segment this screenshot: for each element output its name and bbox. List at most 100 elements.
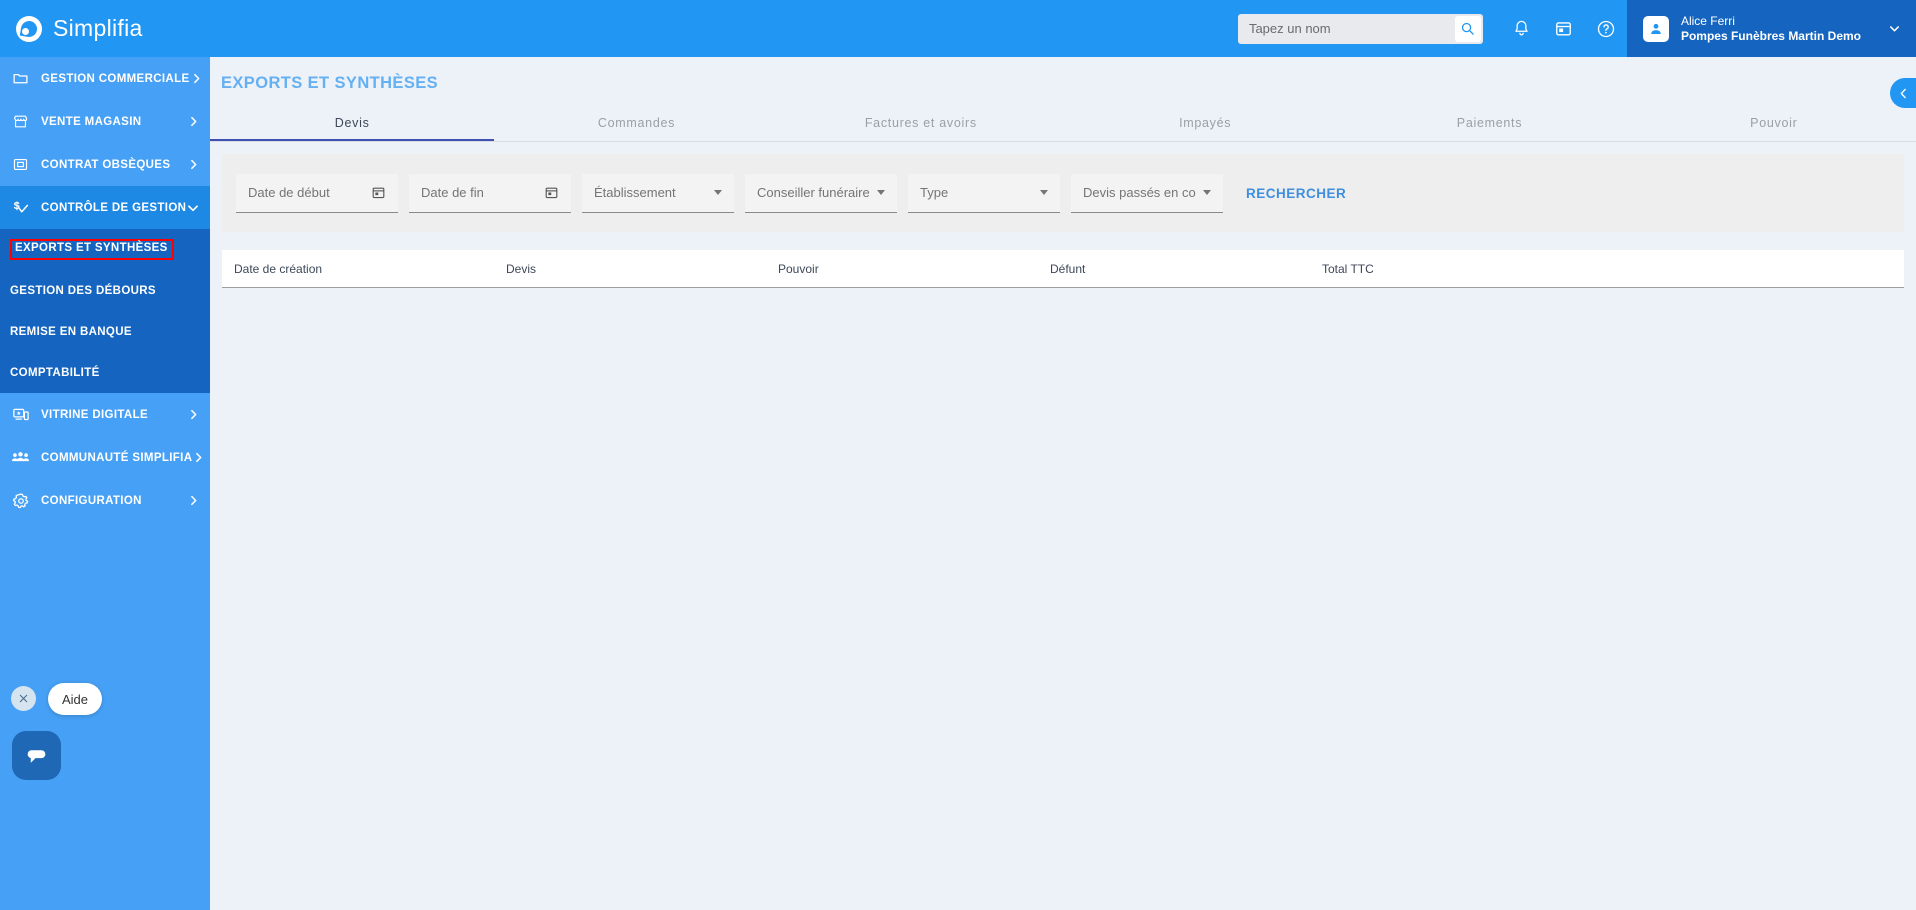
help-button[interactable] (1585, 0, 1627, 57)
tab-commandes[interactable]: Commandes (494, 116, 778, 141)
user-profile-menu[interactable]: Alice Ferri Pompes Funèbres Martin Demo (1626, 0, 1916, 57)
application-root: Simplifia Tapez un nom Alice Ferri Pompe… (0, 0, 1916, 910)
sidebar-item-label: VITRINE DIGITALE (41, 408, 148, 421)
user-organization: Pompes Funèbres Martin Demo (1680, 28, 1861, 43)
storefront-icon (10, 111, 31, 132)
sidebar-item-label: COMMUNAUTÉ SIMPLIFIA (41, 451, 193, 464)
chevron-right-icon (190, 72, 203, 85)
brand-logo-area[interactable]: Simplifia (0, 15, 210, 42)
chat-bubble-icon (27, 750, 46, 763)
chevron-down-icon (714, 190, 722, 195)
sidebar-subitem-comptabilite[interactable]: COMPTABILITÉ (0, 352, 210, 393)
advisor-select[interactable]: Conseiller funéraire (745, 173, 897, 213)
column-header-date-de-creation[interactable]: Date de création (222, 262, 494, 276)
search-icon (1462, 22, 1475, 35)
main-content: EXPORTS ET SYNTHÈSES Devis Commandes Fac… (210, 57, 1916, 910)
calendar-button[interactable] (1543, 0, 1585, 57)
simplifia-logo-icon (16, 15, 42, 42)
sidebar-item-label: VENTE MAGASIN (41, 115, 142, 128)
type-select[interactable]: Type (908, 173, 1060, 213)
sidebar-subitem-exports-et-syntheses[interactable]: EXPORTS ET SYNTHÈSES (0, 229, 210, 270)
chevron-down-icon (1203, 190, 1211, 195)
chat-help-label: Aide (62, 691, 89, 707)
gear-icon (10, 490, 31, 511)
chevron-right-icon (187, 494, 200, 507)
establishment-label: Établissement (594, 185, 676, 200)
calendar-icon[interactable] (371, 185, 386, 200)
person-icon (1651, 23, 1661, 34)
chat-help-pill[interactable]: Aide (48, 683, 103, 715)
results-table: Date de création Devis Pouvoir Défunt To… (222, 250, 1904, 288)
user-menu-caret[interactable] (1887, 21, 1902, 36)
sidebar-subitem-label: EXPORTS ET SYNTHÈSES (10, 239, 174, 260)
sidebar-item-gestion-commerciale[interactable]: GESTION COMMERCIALE (0, 57, 210, 100)
sidebar-subitem-label: COMPTABILITÉ (10, 366, 100, 379)
search-input[interactable] (1237, 13, 1483, 44)
desktop-star-icon (10, 404, 31, 425)
date-end-field[interactable]: Date de fin (409, 173, 571, 213)
chat-launcher-button[interactable] (12, 731, 61, 780)
chevron-left-icon (1900, 88, 1906, 98)
calendar-icon (1556, 22, 1572, 36)
price-check-icon: S (10, 197, 31, 218)
contract-card-icon (10, 154, 31, 175)
bell-icon (1515, 20, 1529, 36)
column-header-total-ttc[interactable]: Total TTC (1310, 262, 1582, 276)
date-end-label: Date de fin (421, 185, 484, 200)
brand-name: Simplifia (53, 15, 143, 41)
tab-paiements[interactable]: Paiements (1347, 116, 1631, 141)
table-header-row: Date de création Devis Pouvoir Défunt To… (222, 250, 1904, 288)
sidebar-subitem-label: REMISE EN BANQUE (10, 325, 132, 338)
notifications-button[interactable] (1501, 0, 1543, 57)
date-start-label: Date de début (248, 185, 330, 200)
avatar (1642, 15, 1669, 42)
sidebar-item-label: GESTION COMMERCIALE (41, 72, 190, 85)
calendar-icon[interactable] (544, 185, 559, 200)
sidebar-item-vitrine-digitale[interactable]: VITRINE DIGITALE (0, 393, 210, 436)
chevron-right-icon (187, 158, 200, 171)
top-header: Simplifia Tapez un nom Alice Ferri Pompe… (0, 0, 1916, 57)
page-title: EXPORTS ET SYNTHÈSES (221, 74, 439, 92)
sidebar-item-contrat-obseques[interactable]: CONTRAT OBSÈQUES (0, 143, 210, 186)
filter-panel: Date de début Date de fin Établissement … (222, 154, 1904, 232)
chevron-right-icon (192, 451, 205, 464)
column-header-defunt[interactable]: Défunt (1038, 262, 1310, 276)
type-label: Type (920, 185, 949, 200)
chevron-down-icon (1040, 190, 1048, 195)
group-icon (10, 447, 31, 468)
tab-devis[interactable]: Devis (210, 116, 495, 141)
column-header-devis[interactable]: Devis (494, 262, 766, 276)
sidebar-item-label: CONFIGURATION (41, 494, 142, 507)
establishment-select[interactable]: Établissement (582, 173, 734, 213)
sidebar-item-label: CONTRÔLE DE GESTION (41, 201, 187, 214)
sidebar-subitem-remise-en-banque[interactable]: REMISE EN BANQUE (0, 311, 210, 352)
header-search (1237, 13, 1483, 44)
sidebar-item-configuration[interactable]: CONFIGURATION (0, 479, 210, 522)
tab-impayes[interactable]: Impayés (1063, 116, 1347, 141)
chevron-right-icon (187, 115, 200, 128)
close-icon (19, 694, 28, 703)
chevron-down-icon (186, 201, 200, 215)
sidebar-item-vente-magasin[interactable]: VENTE MAGASIN (0, 100, 210, 143)
sidebar-item-controle-de-gestion[interactable]: S CONTRÔLE DE GESTION (0, 186, 210, 229)
user-name: Alice Ferri (1680, 13, 1735, 28)
status-label: Devis passés en co… (1083, 185, 1197, 200)
sidebar-item-communaute-simplifia[interactable]: COMMUNAUTÉ SIMPLIFIA (0, 436, 210, 479)
date-start-field[interactable]: Date de début (236, 173, 398, 213)
tab-bar-divider (210, 141, 1916, 142)
tab-factures-et-avoirs[interactable]: Factures et avoirs (779, 116, 1063, 141)
rechercher-button[interactable]: RECHERCHER (1246, 186, 1346, 201)
chevron-right-icon (187, 408, 200, 421)
search-button[interactable] (1454, 15, 1481, 42)
tab-pouvoir[interactable]: Pouvoir (1632, 116, 1916, 141)
status-select[interactable]: Devis passés en co… (1071, 173, 1223, 213)
sidebar: GESTION COMMERCIALE VENTE MAGASIN CONTRA… (0, 57, 210, 910)
column-header-pouvoir[interactable]: Pouvoir (766, 262, 1038, 276)
sidebar-submenu-controle-de-gestion: EXPORTS ET SYNTHÈSES GESTION DES DÉBOURS… (0, 229, 210, 393)
sidebar-collapse-handle[interactable] (1890, 78, 1916, 108)
chat-close-button[interactable] (11, 686, 36, 711)
folder-icon (10, 68, 31, 89)
sidebar-item-label: CONTRAT OBSÈQUES (41, 158, 171, 171)
help-circle-icon (1597, 20, 1615, 37)
sidebar-subitem-gestion-des-debours[interactable]: GESTION DES DÉBOURS (0, 270, 210, 311)
